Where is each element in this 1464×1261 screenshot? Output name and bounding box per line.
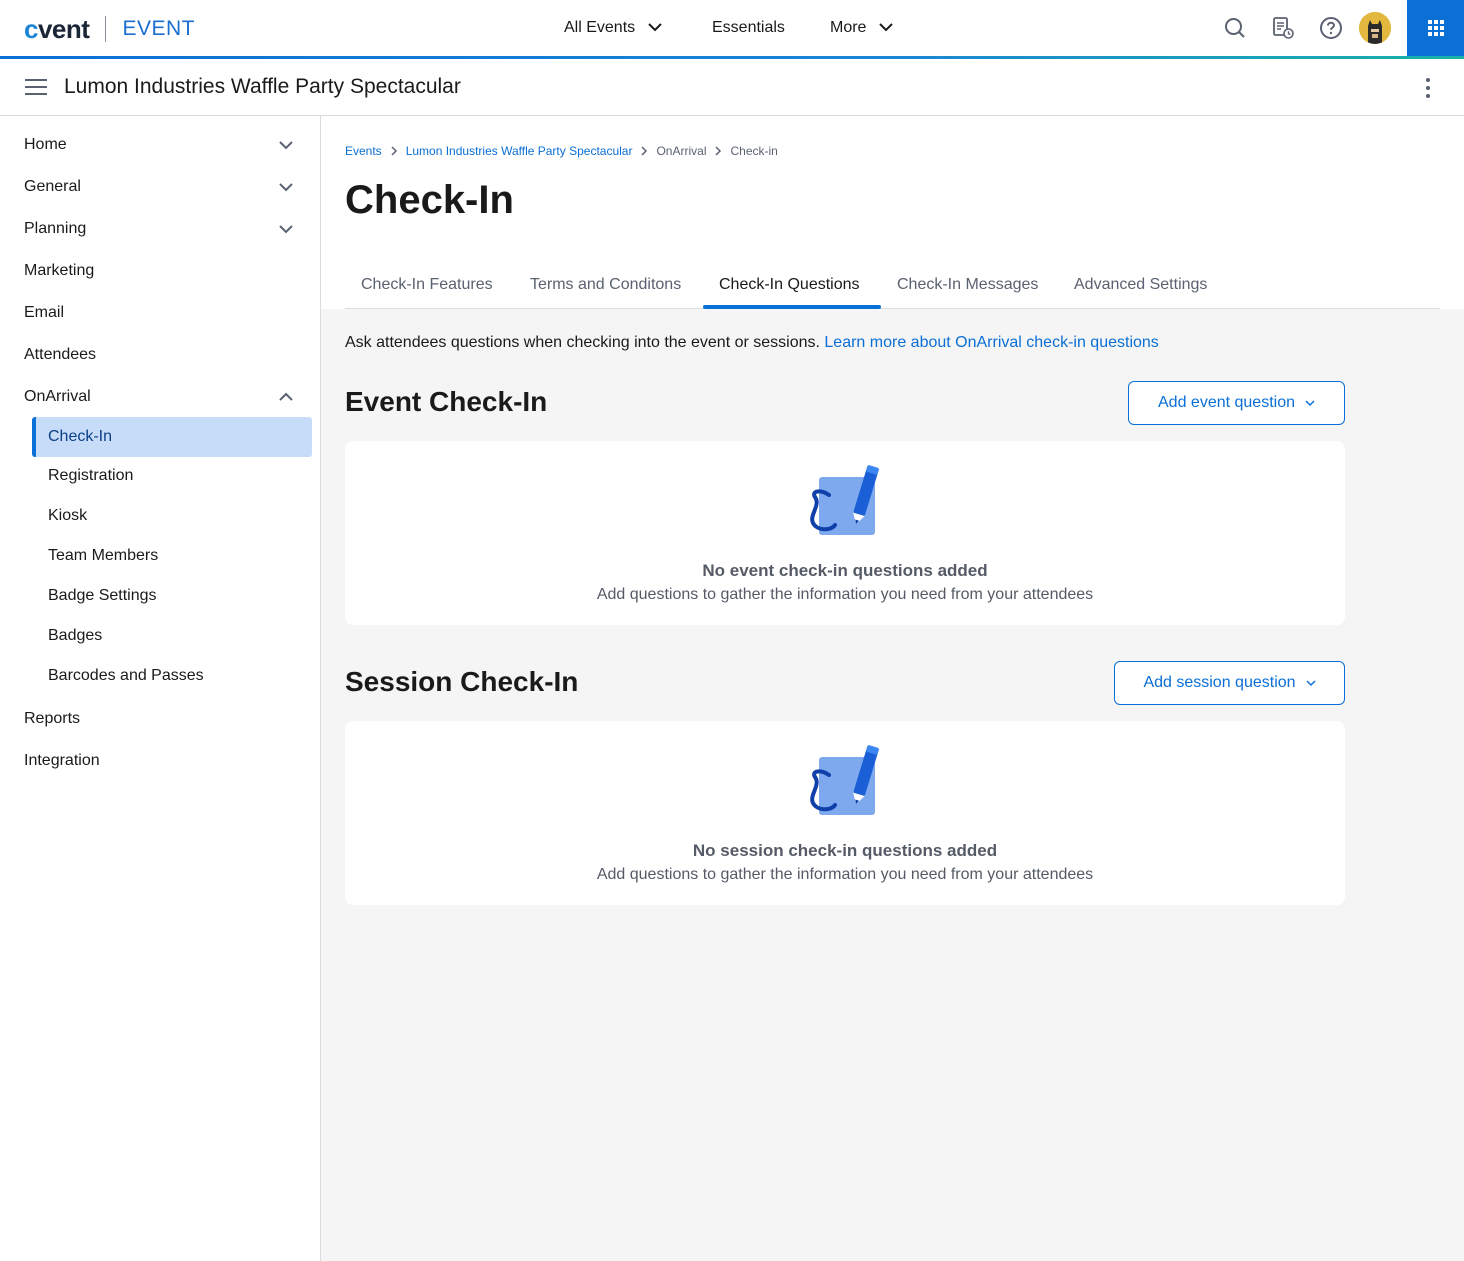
sidebar-item-team-members[interactable]: Team Members bbox=[48, 544, 158, 568]
breadcrumb-event[interactable]: Lumon Industries Waffle Party Spectacula… bbox=[406, 144, 633, 158]
sidebar-item-label: Marketing bbox=[24, 262, 95, 279]
add-event-question-label: Add event question bbox=[1158, 394, 1295, 411]
sidebar-item-label: Email bbox=[24, 304, 65, 321]
chevron-down-icon bbox=[278, 179, 294, 200]
nav-more-label: More bbox=[830, 19, 867, 36]
main-content: Events Lumon Industries Waffle Party Spe… bbox=[321, 116, 1464, 1261]
breadcrumb-onarrival: OnArrival bbox=[656, 144, 707, 158]
help-icon[interactable] bbox=[1317, 14, 1345, 42]
search-icon[interactable] bbox=[1221, 14, 1249, 42]
hamburger-menu-icon[interactable] bbox=[25, 79, 47, 95]
chevron-right-icon bbox=[390, 146, 398, 156]
cvent-logo[interactable]: cvent EVENT bbox=[24, 14, 195, 44]
sidebar-item-email[interactable]: Email bbox=[24, 299, 304, 327]
breadcrumb-current: Check-in bbox=[730, 144, 778, 158]
sidebar-item-badge-settings[interactable]: Badge Settings bbox=[48, 584, 157, 608]
sidebar-item-label: Check-In bbox=[48, 428, 113, 445]
tab-check-in-features[interactable]: Check-In Features bbox=[361, 270, 493, 309]
intro-description: Ask attendees questions when checking in… bbox=[345, 334, 820, 351]
sidebar-item-barcodes-and-passes[interactable]: Barcodes and Passes bbox=[48, 664, 204, 688]
empty-state-title: No session check-in questions added bbox=[692, 841, 998, 860]
session-check-in-title: Session Check-In bbox=[345, 666, 579, 697]
sidebar-item-home[interactable]: Home bbox=[24, 131, 304, 159]
chevron-up-icon bbox=[278, 389, 294, 410]
chevron-down-icon bbox=[1305, 399, 1315, 407]
sidebar-item-label: General bbox=[24, 178, 81, 195]
sidebar-item-attendees[interactable]: Attendees bbox=[24, 341, 304, 369]
nav-essentials[interactable]: Essentials bbox=[712, 0, 785, 56]
tab-check-in-messages[interactable]: Check-In Messages bbox=[897, 270, 1038, 309]
logo-wordmark: cvent bbox=[24, 13, 90, 44]
sidebar-item-marketing[interactable]: Marketing bbox=[24, 257, 304, 285]
apps-grid-icon[interactable] bbox=[1407, 0, 1464, 56]
product-name: EVENT bbox=[122, 17, 195, 40]
sidebar-item-label: Integration bbox=[24, 752, 100, 769]
empty-state-subtitle: Add questions to gather the information … bbox=[596, 866, 1094, 883]
chevron-right-icon bbox=[640, 146, 648, 156]
logo-divider bbox=[105, 16, 107, 42]
sidebar-item-label: Home bbox=[24, 136, 67, 153]
breadcrumb-events[interactable]: Events bbox=[345, 144, 382, 158]
sidebar-item-kiosk[interactable]: Kiosk bbox=[48, 504, 87, 528]
session-questions-empty-state: No session check-in questions added Add … bbox=[345, 721, 1345, 905]
tab-bar: Check-In Features Terms and Conditons Ch… bbox=[345, 270, 1440, 309]
sidebar-item-label: Attendees bbox=[24, 346, 97, 363]
sidebar-item-reports[interactable]: Reports bbox=[24, 705, 304, 733]
chevron-down-icon bbox=[878, 19, 894, 37]
sidebar-item-planning[interactable]: Planning bbox=[24, 215, 304, 243]
chevron-right-icon bbox=[714, 146, 722, 156]
breadcrumb: Events Lumon Industries Waffle Party Spe… bbox=[345, 144, 778, 158]
tab-advanced-settings[interactable]: Advanced Settings bbox=[1074, 270, 1207, 309]
event-check-in-title: Event Check-In bbox=[345, 386, 548, 417]
event-header: Lumon Industries Waffle Party Spectacula… bbox=[0, 59, 1464, 116]
chevron-down-icon bbox=[647, 19, 663, 37]
empty-state-title: No event check-in questions added bbox=[702, 561, 988, 580]
sidebar-item-label: Planning bbox=[24, 220, 87, 237]
add-session-question-label: Add session question bbox=[1143, 674, 1296, 691]
sidebar: Home General Planning Marketing Email At… bbox=[0, 116, 321, 1261]
calendar-clock-icon[interactable] bbox=[1269, 14, 1297, 42]
chevron-down-icon bbox=[278, 137, 294, 158]
sidebar-item-badges[interactable]: Badges bbox=[48, 624, 102, 648]
nav-all-events[interactable]: All Events bbox=[564, 0, 663, 56]
sidebar-item-label: Reports bbox=[24, 710, 81, 727]
nav-more[interactable]: More bbox=[830, 0, 894, 56]
sidebar-item-integration[interactable]: Integration bbox=[24, 747, 304, 775]
nav-essentials-label: Essentials bbox=[712, 19, 785, 36]
pencil-note-icon bbox=[807, 461, 883, 541]
sidebar-item-label: OnArrival bbox=[24, 388, 91, 405]
more-options-icon[interactable] bbox=[1420, 77, 1436, 99]
intro-text: Ask attendees questions when checking in… bbox=[345, 334, 1159, 352]
tab-check-in-questions[interactable]: Check-In Questions bbox=[719, 270, 860, 309]
add-event-question-button[interactable]: Add event question bbox=[1128, 381, 1345, 425]
active-tab-indicator bbox=[703, 305, 881, 309]
learn-more-link[interactable]: Learn more about OnArrival check-in ques… bbox=[824, 334, 1158, 351]
event-questions-empty-state: No event check-in questions added Add qu… bbox=[345, 441, 1345, 625]
page-header: Events Lumon Industries Waffle Party Spe… bbox=[321, 116, 1464, 309]
sidebar-item-registration[interactable]: Registration bbox=[48, 464, 133, 488]
chevron-down-icon bbox=[1306, 679, 1316, 687]
add-session-question-button[interactable]: Add session question bbox=[1114, 661, 1345, 705]
tab-terms-and-conditions[interactable]: Terms and Conditons bbox=[530, 270, 681, 309]
nav-all-events-label: All Events bbox=[564, 19, 636, 36]
top-bar: cvent EVENT All Events Essentials More bbox=[0, 0, 1464, 56]
avatar[interactable] bbox=[1359, 12, 1391, 44]
pencil-note-icon bbox=[807, 741, 883, 821]
sidebar-item-onarrival[interactable]: OnArrival bbox=[24, 383, 304, 411]
chevron-down-icon bbox=[278, 221, 294, 242]
sidebar-item-general[interactable]: General bbox=[24, 173, 304, 201]
event-title: Lumon Industries Waffle Party Spectacula… bbox=[64, 75, 461, 98]
empty-state-subtitle: Add questions to gather the information … bbox=[596, 586, 1094, 603]
page-title: Check-In bbox=[345, 178, 514, 222]
